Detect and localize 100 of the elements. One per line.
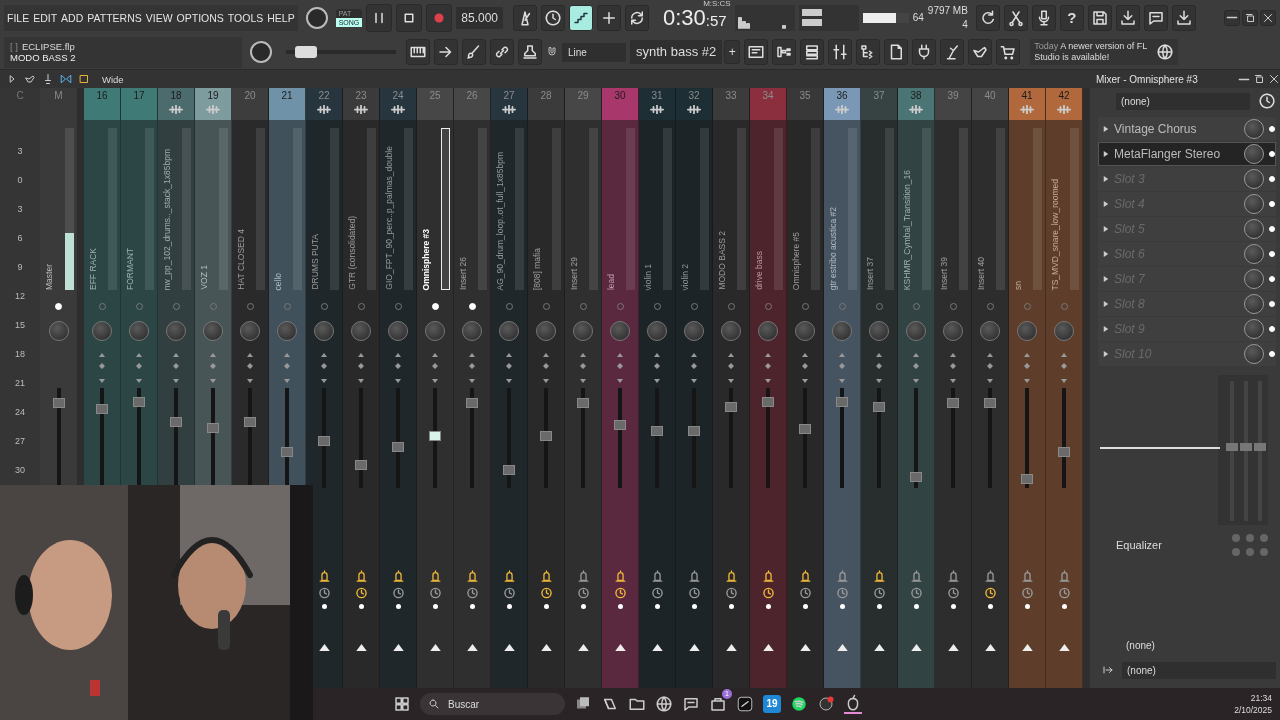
mixer-track[interactable]: 37 Insert 37 xyxy=(861,88,898,688)
effect-slot[interactable]: MetaFlanger Stereo xyxy=(1098,142,1276,166)
track-header[interactable]: 39 xyxy=(935,88,971,120)
track-header[interactable]: 40 xyxy=(972,88,1008,120)
mixer-track[interactable]: 28 [808] mafia xyxy=(528,88,565,688)
input-dropdown[interactable]: (none) xyxy=(1102,639,1155,651)
mixer-track[interactable]: 36 gtr estribo acustica #2 xyxy=(824,88,861,688)
track-number: 36 xyxy=(836,89,848,101)
mixer-track[interactable]: 31 violin 1 xyxy=(639,88,676,688)
mixer-track[interactable]: 29 Insert 29 xyxy=(565,88,602,688)
track-header[interactable]: 18 xyxy=(158,88,194,120)
polyphony-value: 4 xyxy=(962,19,968,30)
track-number: 38 xyxy=(910,89,922,101)
cpu-value: 64 xyxy=(912,12,924,23)
menu-item[interactable]: TOOLS xyxy=(227,11,264,24)
mixer-track[interactable]: 17 FORMANT xyxy=(121,88,158,485)
mixer-track[interactable]: 18 nw_pp_102_drums.._stack_1x85bpm xyxy=(158,88,195,485)
menu-item[interactable]: VIEW xyxy=(145,11,173,24)
track-header[interactable]: 22 xyxy=(306,88,342,120)
track-name: DRUMS PUTA xyxy=(310,234,320,290)
mixer-track[interactable]: 41 sn xyxy=(1009,88,1046,688)
mixer-track[interactable]: 30 lead xyxy=(602,88,639,688)
time-format-label: M:S:CS xyxy=(703,0,731,8)
mixer-track[interactable]: 27 AG_90_drum_loop..ot_full_1x85bpm xyxy=(491,88,528,688)
mixer-track[interactable]: 34 drive bass xyxy=(750,88,787,688)
track-header[interactable]: 37 xyxy=(861,88,897,120)
db-scale-label: 0 xyxy=(17,175,23,187)
track-number: 31 xyxy=(651,89,663,101)
track-header[interactable]: 19 xyxy=(195,88,231,120)
add-pattern-button[interactable]: + xyxy=(724,40,741,64)
mixer-track[interactable]: 39 Insert 39 xyxy=(935,88,972,688)
track-name: EFF RACK xyxy=(88,247,98,290)
output-dropdown[interactable]: (none) xyxy=(1122,661,1276,679)
project-bracket: [ ] xyxy=(10,41,18,52)
track-name: Insert 29 xyxy=(569,256,579,290)
track-header[interactable]: 16 xyxy=(84,88,120,120)
track-header[interactable]: 30 xyxy=(602,88,638,120)
menu-item[interactable]: PATTERNS xyxy=(87,11,142,24)
track-header[interactable]: 41 xyxy=(1009,88,1045,120)
view-mode-label[interactable]: Wide xyxy=(102,73,124,85)
mixer-track[interactable]: 32 violin 2 xyxy=(676,88,713,688)
track-header[interactable]: 17 xyxy=(121,88,157,120)
clock-date: 2/10/2025 xyxy=(1234,705,1272,715)
track-header[interactable]: 32 xyxy=(676,88,712,120)
track-number: 25 xyxy=(429,89,441,101)
track-number: M xyxy=(54,89,63,101)
mixer-track[interactable]: 21 cello xyxy=(269,88,306,485)
track-header[interactable]: 21 xyxy=(269,88,305,120)
track-header[interactable]: 33 xyxy=(713,88,749,120)
mixer-track[interactable]: 23 GTR (consolidated) xyxy=(343,88,380,688)
mixer-track[interactable]: 16 EFF RACK xyxy=(84,88,121,485)
mixer-track[interactable]: 35 Omnisphere #5 xyxy=(787,88,824,688)
tempo-display[interactable]: 85.000 xyxy=(456,6,503,29)
track-header[interactable]: 42 xyxy=(1046,88,1082,120)
mixer-track[interactable]: 38 KSHMR_Cymbal_Transition_16 xyxy=(898,88,935,688)
menu-item[interactable]: EDIT xyxy=(33,11,58,24)
track-header[interactable]: 28 xyxy=(528,88,564,120)
pattern-selector[interactable]: synth bass #2 xyxy=(630,40,723,64)
mixer-track[interactable]: 33 MODO BASS 2 xyxy=(713,88,750,688)
track-number: 29 xyxy=(577,89,589,101)
track-header[interactable]: 26 xyxy=(454,88,490,120)
track-name: Insert 40 xyxy=(976,256,986,290)
mixer-track[interactable]: 40 Insert 40 xyxy=(972,88,1009,688)
search-field[interactable]: Buscar xyxy=(420,693,565,715)
track-header[interactable]: 23 xyxy=(343,88,379,120)
help-button[interactable]: ? xyxy=(1059,4,1084,31)
menu-item[interactable]: OPTIONS xyxy=(176,11,224,24)
track-number: 35 xyxy=(799,89,811,101)
track-header[interactable]: 38 xyxy=(898,88,934,120)
menu-item[interactable]: ADD xyxy=(61,11,84,24)
track-number: 22 xyxy=(318,89,330,101)
effect-slot[interactable]: Vintage Chorus xyxy=(1098,117,1276,141)
master-track[interactable]: M Master xyxy=(40,88,78,485)
track-header[interactable]: 35 xyxy=(787,88,823,120)
mixer-track[interactable]: 24 GIO_FPT_90_perc..p_palmas_double xyxy=(380,88,417,688)
track-header[interactable]: 25 xyxy=(417,88,453,120)
mixer-track[interactable]: 25 Omnisphere #3 xyxy=(417,88,454,688)
track-name: nw_pp_102_drums.._stack_1x85bpm xyxy=(162,148,172,290)
project-file-name: ECLIPSE.flp xyxy=(21,41,75,52)
mixer-track[interactable]: 22 DRUMS PUTA xyxy=(306,88,343,688)
menu-item[interactable]: FILE xyxy=(7,11,30,24)
track-name: Omnisphere #3 xyxy=(421,228,431,290)
track-header[interactable]: 31 xyxy=(639,88,675,120)
track-header[interactable]: 36 xyxy=(824,88,860,120)
menu-item[interactable]: HELP xyxy=(267,11,295,24)
track-name: Omnisphere #5 xyxy=(791,231,801,290)
mixer-track[interactable]: 26 Insert 26 xyxy=(454,88,491,688)
track-number: 37 xyxy=(873,89,885,101)
track-name: VOZ 1 xyxy=(199,265,209,290)
track-header[interactable]: 20 xyxy=(232,88,268,120)
track-header[interactable]: 29 xyxy=(565,88,601,120)
track-number: 39 xyxy=(947,89,959,101)
snap-dropdown[interactable]: Line xyxy=(562,42,626,62)
track-number: 40 xyxy=(984,89,996,101)
app-icon[interactable]: 19 xyxy=(763,695,781,713)
track-header[interactable]: 24 xyxy=(380,88,416,120)
mixer-track[interactable]: 20 HAT CLOSED 4 xyxy=(232,88,269,485)
track-header[interactable]: 27 xyxy=(491,88,527,120)
mixer-track[interactable]: 19 VOZ 1 xyxy=(195,88,232,485)
preset-dropdown[interactable]: (none) xyxy=(1116,92,1250,110)
